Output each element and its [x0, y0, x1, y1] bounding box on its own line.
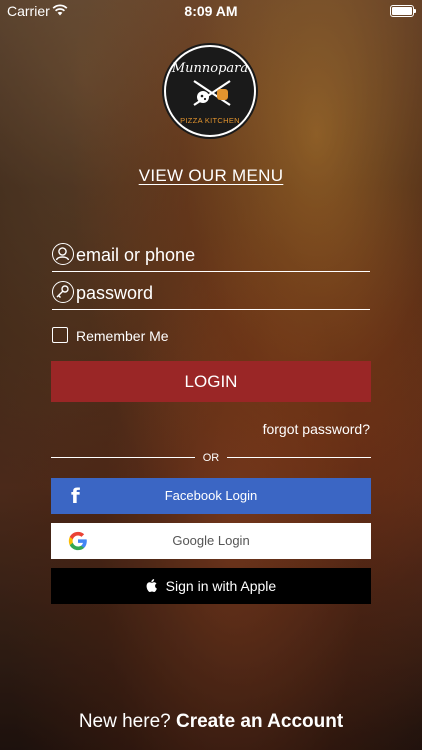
password-input[interactable] — [76, 279, 366, 307]
view-menu-link[interactable]: VIEW OUR MENU — [0, 166, 422, 186]
password-field[interactable] — [52, 279, 370, 310]
apple-signin-label: Sign in with Apple — [165, 578, 277, 594]
status-bar: Carrier 8:09 AM — [0, 0, 422, 22]
forgot-password-link[interactable]: forgot password? — [263, 421, 370, 437]
login-button[interactable]: LOGIN — [51, 361, 371, 402]
battery-icon — [390, 5, 416, 17]
apple-signin-button[interactable]: Sign in with Apple — [51, 568, 371, 604]
signup-prefix: New here? — [78, 711, 171, 732]
email-field[interactable] — [52, 241, 370, 272]
or-divider: OR — [51, 452, 371, 468]
divider-line-right — [227, 457, 371, 458]
facebook-icon: f — [71, 484, 80, 508]
clock: 8:09 AM — [184, 3, 238, 19]
or-label: OR — [202, 452, 220, 464]
signup-prompt[interactable]: New here? Create an Account — [0, 711, 422, 733]
logo-brand-name: Munnopara — [171, 61, 249, 76]
email-input[interactable] — [76, 241, 366, 269]
checkbox-box[interactable] — [52, 327, 68, 343]
user-icon — [52, 243, 74, 265]
create-account-link[interactable]: Create an Account — [176, 711, 343, 732]
key-icon — [52, 281, 74, 303]
brand-logo: Munnopara PIZZA KITCHEN — [164, 45, 256, 137]
google-icon — [68, 531, 87, 551]
facebook-login-button[interactable]: f Facebook Login — [51, 478, 371, 514]
google-login-button[interactable]: Google Login — [51, 523, 371, 559]
remember-me-label: Remember Me — [76, 328, 169, 344]
view-menu-label[interactable]: VIEW OUR MENU — [139, 166, 284, 185]
facebook-login-label: Facebook Login — [164, 488, 258, 503]
pizza-peel-icon — [193, 80, 231, 106]
logo-tagline: PIZZA KITCHEN — [180, 116, 240, 125]
google-login-label: Google Login — [172, 533, 250, 548]
apple-icon — [146, 579, 157, 592]
